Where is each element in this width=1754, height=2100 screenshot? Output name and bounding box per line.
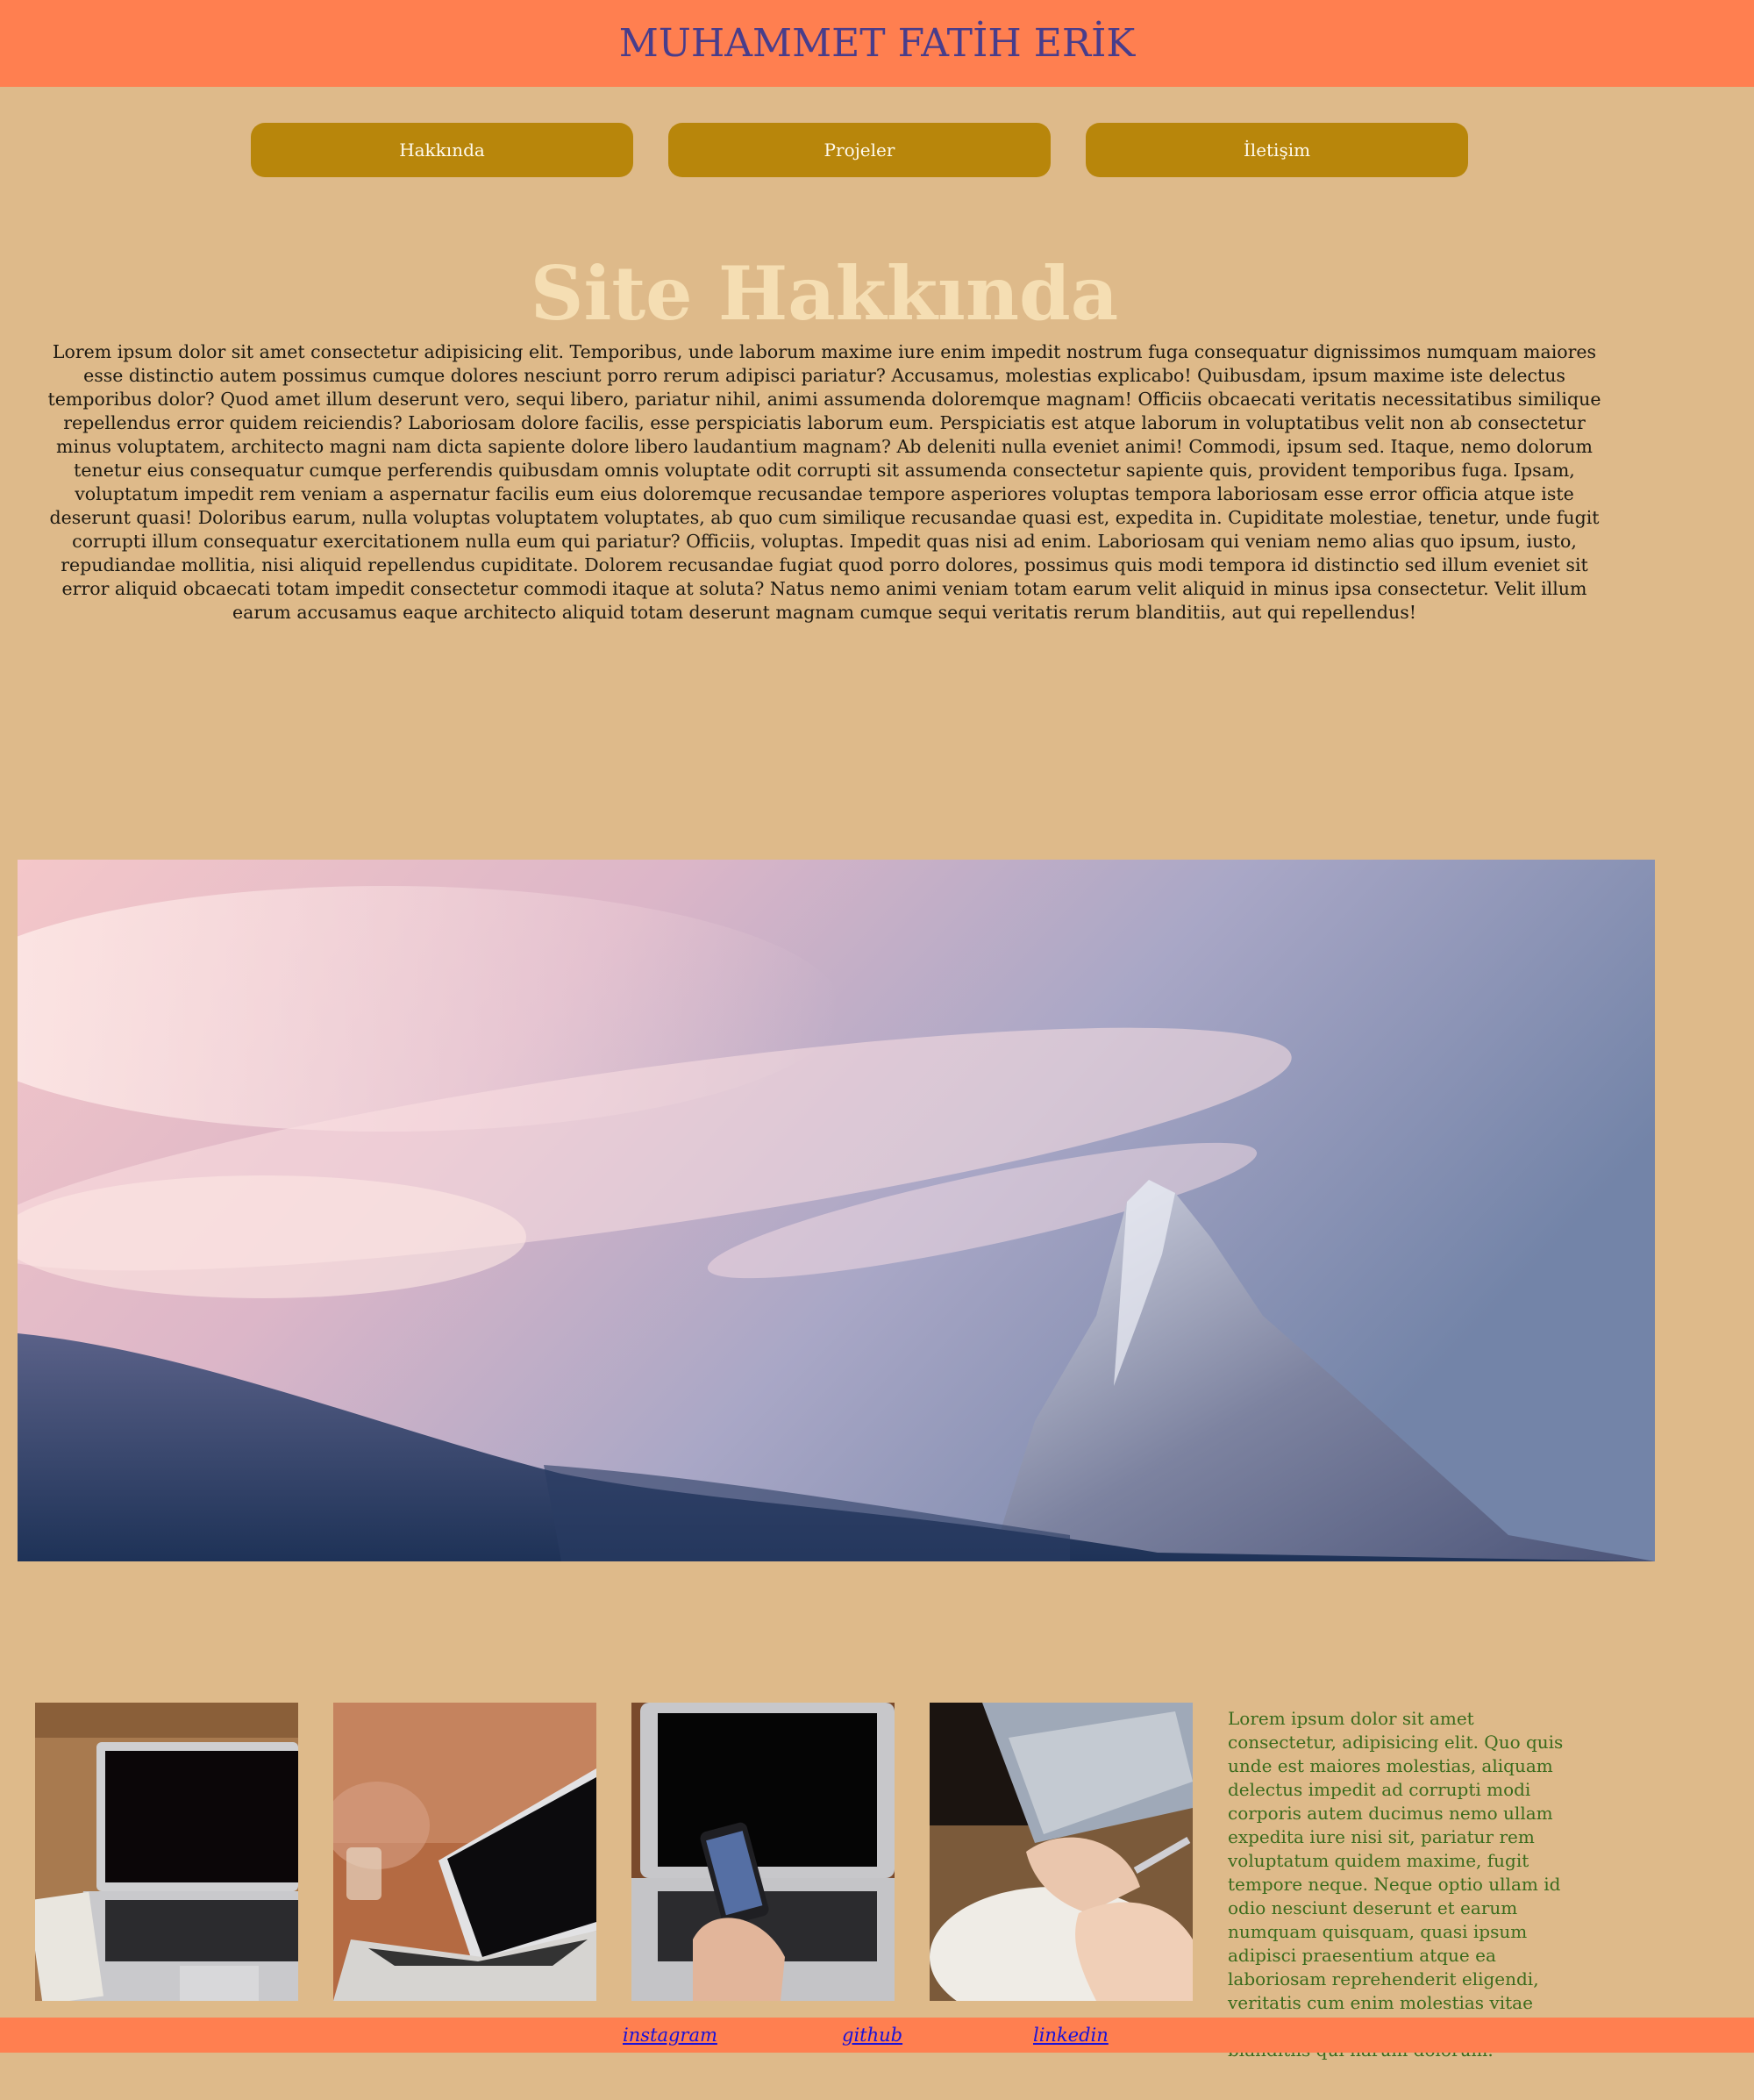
about-paragraph: Lorem ipsum dolor sit amet consectetur a… [47, 341, 1601, 623]
notebook-writing-thumbnail [930, 1703, 1193, 2001]
about-heading: Site Hakkında [530, 250, 1119, 337]
hero-mountain-image [18, 860, 1655, 1561]
instagram-link[interactable]: instagram [623, 2025, 717, 2046]
laptop-thumbnail-2 [333, 1703, 596, 2001]
site-footer: instagram github linkedin [0, 2018, 1754, 2053]
github-link[interactable]: github [842, 2025, 902, 2046]
site-header: MUHAMMET FATİH ERİK [0, 0, 1754, 87]
nav-button-contact[interactable]: İletişim [1086, 123, 1468, 177]
gallery-side-text: Lorem ipsum dolor sit amet consectetur, … [1228, 1708, 1564, 2061]
laptop-phone-thumbnail [631, 1703, 895, 2001]
laptop-thumbnail-1 [35, 1703, 298, 2001]
nav-button-about[interactable]: Hakkında [251, 123, 633, 177]
site-title: MUHAMMET FATİH ERİK [618, 21, 1136, 66]
linkedin-link[interactable]: linkedin [1033, 2025, 1109, 2046]
nav-button-projects[interactable]: Projeler [668, 123, 1051, 177]
